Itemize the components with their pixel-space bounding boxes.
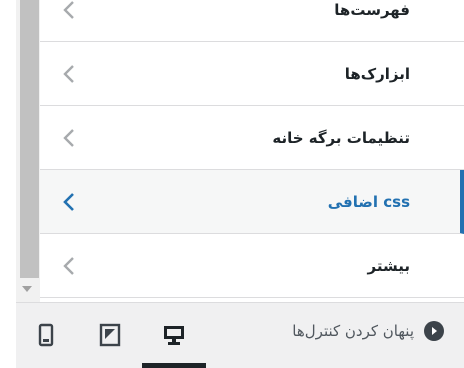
menu-item-label: فهرست‌ها (334, 0, 410, 19)
preview-tablet-button[interactable] (94, 319, 126, 351)
active-device-indicator (142, 363, 206, 368)
menu-item-label: ابزارک‌ها (344, 64, 410, 83)
scrollbar-thumb[interactable] (20, 0, 39, 278)
chevron-left-icon (62, 192, 76, 212)
left-gutter (0, 0, 16, 302)
customizer-footer: پنهان کردن کنترل‌ها (16, 302, 464, 368)
chevron-left-icon (62, 128, 76, 148)
menu-item-additional-css[interactable]: css اضافی (40, 170, 464, 234)
chevron-left-icon (62, 256, 76, 276)
menu-item-label: بیشتر (367, 256, 410, 275)
scroll-down-arrow-icon[interactable] (22, 286, 32, 292)
menu-item-widgets[interactable]: ابزارک‌ها (40, 42, 464, 106)
collapse-arrow-icon (424, 321, 444, 341)
chevron-left-icon (62, 0, 76, 20)
menu-item-menus[interactable]: فهرست‌ها (40, 0, 464, 42)
tablet-icon (94, 323, 126, 347)
preview-desktop-button[interactable] (158, 319, 190, 351)
menu-item-homepage-settings[interactable]: تنظیمات برگه خانه (40, 106, 464, 170)
chevron-left-icon (62, 64, 76, 84)
menu-item-more[interactable]: بیشتر (40, 234, 464, 298)
mobile-icon (30, 323, 62, 347)
desktop-icon (158, 323, 190, 347)
collapse-controls-label: پنهان کردن کنترل‌ها (292, 322, 414, 340)
menu-item-label: تنظیمات برگه خانه (272, 128, 410, 147)
customizer-menu: فهرست‌ها ابزارک‌ها تنظیمات برگه خانه css… (40, 0, 464, 298)
collapse-controls-button[interactable]: پنهان کردن کنترل‌ها (292, 321, 444, 341)
preview-mobile-button[interactable] (30, 319, 62, 351)
menu-item-label: css اضافی (327, 192, 410, 211)
